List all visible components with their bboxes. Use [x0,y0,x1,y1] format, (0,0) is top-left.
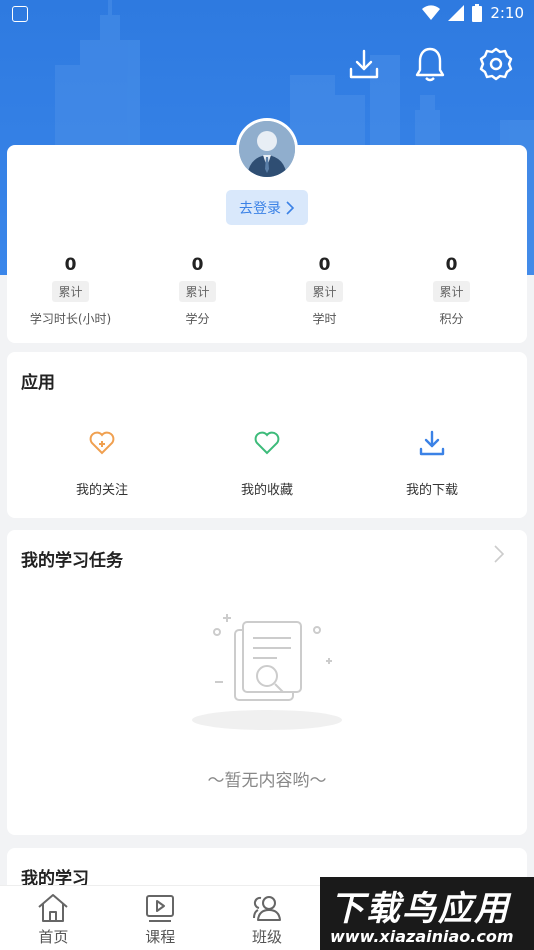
play-icon [146,895,175,922]
stat-value: 0 [445,255,458,275]
download-icon[interactable] [346,44,382,84]
app-label: 我的下载 [405,483,458,498]
stat-tag: 累计 [433,281,470,302]
app-my-follows[interactable]: 我的关注 [47,427,157,498]
app-my-downloads[interactable]: 我的下载 [377,427,487,498]
learning-tasks-card: 我的学习任务 ～暂无内容哟～ [7,530,527,835]
apps-title: 应用 [21,373,55,393]
stat-credits[interactable]: 0 累计 学分 [134,255,261,327]
nav-label: 课程 [145,928,176,946]
apps-card: 应用 我的关注 我的收藏 我的下载 [7,352,527,518]
login-label: 去登录 [239,200,281,217]
stat-value: 0 [318,255,331,275]
watermark-url: www.xiazainiao.com [330,927,514,946]
stat-study-hours[interactable]: 0 累计 学习时长(小时) [7,255,134,327]
stat-tag: 累计 [306,281,343,302]
home-icon [38,894,69,922]
battery-icon [472,4,483,22]
empty-state-illustration [192,614,342,730]
app-label: 我的收藏 [240,483,293,498]
nav-home[interactable]: 首页 [0,886,107,950]
chevron-right-icon[interactable] [489,544,509,564]
nav-courses[interactable]: 课程 [107,886,214,950]
nav-label: 班级 [251,928,282,946]
stat-value: 0 [64,255,77,275]
watermark-logo: 下载鸟应用 www.xiazainiao.com [320,877,534,950]
wifi-icon [422,5,441,21]
app-label: 我的关注 [75,483,128,498]
login-button[interactable]: 去登录 [226,190,308,225]
stat-label: 学习时长(小时) [29,312,112,326]
bell-icon[interactable] [412,44,448,84]
heart-icon [254,431,280,455]
stat-class-hours[interactable]: 0 累计 学时 [261,255,388,327]
tasks-title: 我的学习任务 [21,551,123,571]
stat-value: 0 [191,255,204,275]
group-icon [252,896,281,921]
settings-icon[interactable] [478,44,514,84]
stat-tag: 累计 [52,281,89,302]
stat-label: 学时 [312,312,337,326]
download-icon [419,430,445,456]
nav-label: 首页 [38,928,69,946]
header-actions [346,44,514,84]
stat-label: 学分 [185,312,210,326]
stat-label: 积分 [439,312,464,326]
notification-icon [12,6,28,22]
chevron-right-icon [286,200,295,215]
heart-plus-icon [89,431,115,455]
app-my-favorites[interactable]: 我的收藏 [212,427,322,498]
signal-icon [448,5,465,21]
stats-row: 0 累计 学习时长(小时) 0 累计 学分 0 累计 学时 0 累计 积分 [7,255,527,327]
status-time: 2:10 [490,4,524,22]
avatar[interactable] [236,118,298,180]
user-avatar-icon [239,121,295,177]
nav-class[interactable]: 班级 [214,886,321,950]
empty-state-text: ～暂无内容哟～ [207,771,327,791]
status-bar: 2:10 [0,0,534,28]
stat-tag: 累计 [179,281,216,302]
watermark-title: 下载鸟应用 [330,889,510,929]
stat-points[interactable]: 0 累计 积分 [388,255,515,327]
